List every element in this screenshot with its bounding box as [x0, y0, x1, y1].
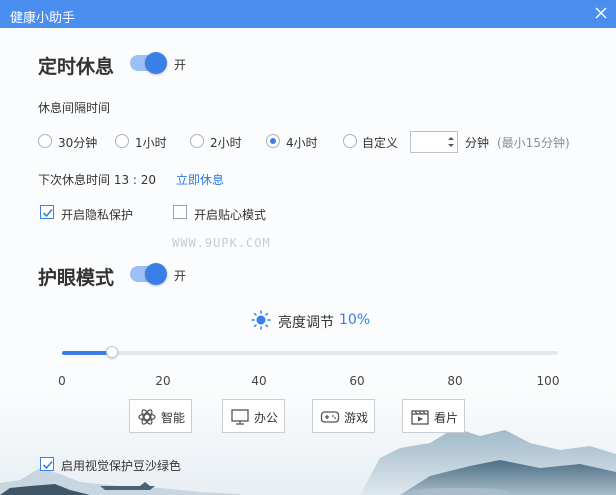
- slider-tick: 0: [58, 374, 66, 388]
- rest-heading: 定时休息: [38, 56, 115, 78]
- mode-office-label: 办公: [254, 411, 279, 425]
- close-icon[interactable]: [594, 6, 608, 20]
- sticky-mode-label[interactable]: 开启贴心模式: [194, 206, 266, 223]
- custom-unit-label: 分钟: [465, 136, 490, 150]
- sun-icon: [251, 310, 271, 330]
- toggle-knob: [145, 52, 167, 74]
- rest-toggle-label: 开: [174, 58, 187, 72]
- check-icon: [42, 208, 53, 218]
- slider-tick: 100: [536, 374, 560, 388]
- toggle-knob: [145, 263, 167, 285]
- mode-movie-label: 看片: [434, 411, 459, 425]
- radio-2hour-label[interactable]: 2小时: [210, 134, 242, 151]
- brightness-slider[interactable]: [62, 346, 558, 358]
- mode-game-label: 游戏: [344, 411, 369, 425]
- privacy-label[interactable]: 开启隐私保护: [61, 206, 133, 223]
- brightness-label: 亮度调节: [278, 315, 334, 331]
- window-title: 健康小助手: [10, 11, 76, 26]
- mode-smart-label: 智能: [161, 411, 186, 425]
- check-icon: [42, 460, 53, 470]
- mode-smart-button[interactable]: 智能: [129, 399, 192, 433]
- monitor-icon: [231, 409, 249, 425]
- sticky-mode-checkbox[interactable]: [173, 205, 187, 219]
- radio-4hour[interactable]: [266, 134, 280, 148]
- slider-fill: [62, 351, 112, 355]
- radio-2hour[interactable]: [190, 134, 204, 148]
- rest-toggle[interactable]: [130, 52, 167, 74]
- slider-tick: 20: [155, 374, 171, 388]
- eye-toggle-label: 开: [174, 269, 187, 283]
- eye-heading: 护眼模式: [38, 267, 115, 289]
- radio-custom[interactable]: [343, 134, 357, 148]
- landscape-background: [0, 388, 616, 495]
- privacy-checkbox[interactable]: [40, 205, 54, 219]
- green-mode-label[interactable]: 启用视觉保护豆沙绿色: [61, 457, 181, 474]
- watermark-text: WWW.9UPK.COM: [172, 236, 271, 250]
- next-rest-time: 下次休息时间 13 : 20: [38, 173, 157, 187]
- mode-game-button[interactable]: 游戏: [312, 399, 375, 433]
- slider-tick: 40: [251, 374, 267, 388]
- brightness-value: 10%: [339, 312, 371, 328]
- eye-toggle[interactable]: [130, 263, 167, 285]
- slider-thumb[interactable]: [105, 346, 118, 358]
- film-icon: [411, 410, 429, 425]
- mode-movie-button[interactable]: 看片: [402, 399, 465, 433]
- radio-30min[interactable]: [38, 134, 52, 148]
- main-panel: 定时休息 开 休息间隔时间 30分钟 1小时 2小时 4小时 自定义 分钟 (最…: [0, 28, 616, 495]
- gamepad-icon: [320, 411, 340, 423]
- radio-4hour-label[interactable]: 4小时: [286, 134, 318, 151]
- rest-now-link[interactable]: 立即休息: [176, 171, 224, 188]
- stepper-arrows-icon[interactable]: [445, 132, 457, 152]
- custom-minutes-stepper[interactable]: [410, 131, 458, 153]
- radio-1hour-label[interactable]: 1小时: [135, 134, 167, 151]
- green-mode-checkbox[interactable]: [40, 457, 54, 471]
- custom-hint: (最小15分钟): [497, 136, 570, 150]
- radio-custom-label[interactable]: 自定义: [362, 134, 398, 151]
- slider-tick: 60: [349, 374, 365, 388]
- radio-1hour[interactable]: [115, 134, 129, 148]
- title-bar: 健康小助手: [0, 0, 616, 28]
- radio-30min-label[interactable]: 30分钟: [58, 134, 97, 151]
- smart-icon: [138, 409, 156, 425]
- mode-office-button[interactable]: 办公: [222, 399, 285, 433]
- slider-tick: 80: [447, 374, 463, 388]
- interval-label: 休息间隔时间: [38, 101, 111, 115]
